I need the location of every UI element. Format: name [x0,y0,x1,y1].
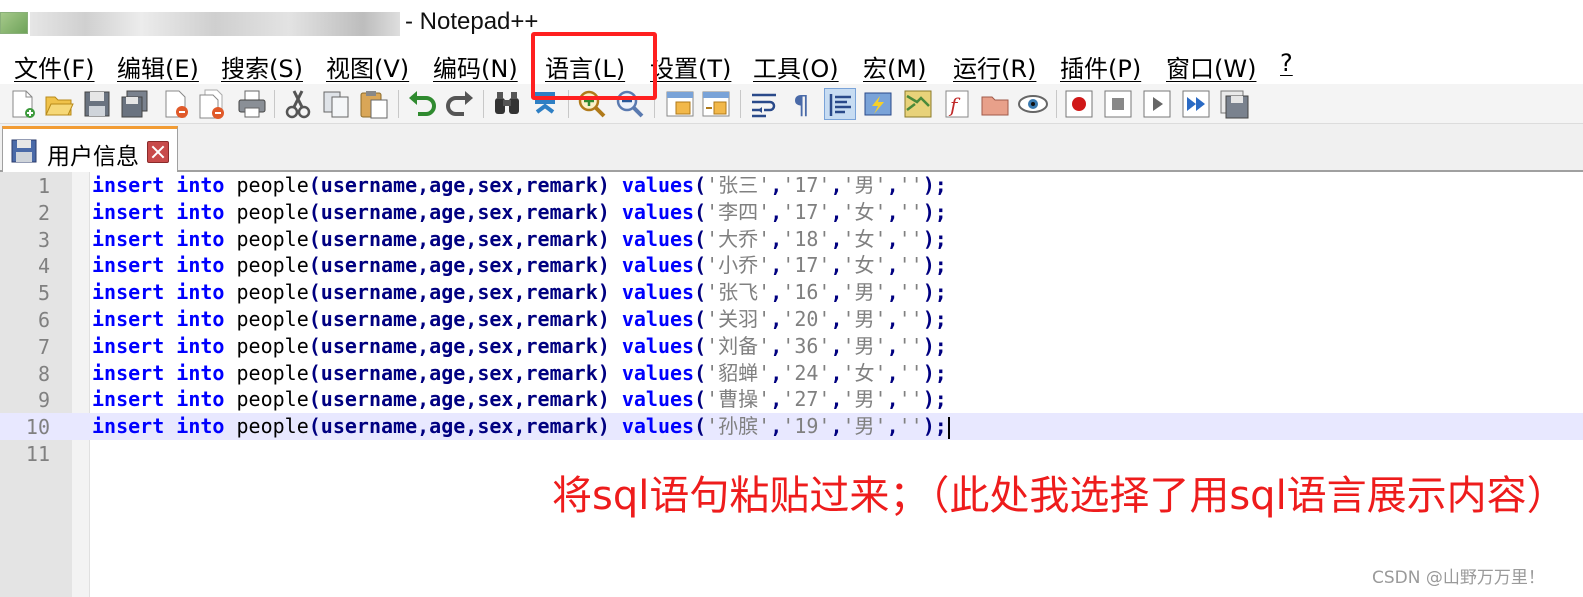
title-bar: - Notepad++ [0,0,1583,46]
code-text: insert into people(username,age,sex,rema… [92,361,947,385]
copy-icon[interactable] [320,88,352,120]
menu-encoding[interactable]: 编码(N) [433,49,518,84]
replace-icon[interactable] [529,88,561,120]
line-number: 4 [37,254,50,278]
line-number: 2 [37,201,50,225]
monitoring-icon[interactable] [1017,88,1049,120]
line-number: 7 [37,335,50,359]
tab-document[interactable]: 用户信息 [2,126,178,172]
line-number: 3 [37,228,50,252]
word-wrap-icon[interactable] [748,88,780,120]
code-text: insert into people(username,age,sex,rema… [92,334,947,358]
language-define-icon[interactable] [862,88,894,120]
menu-run[interactable]: 运行(R) [953,49,1036,84]
zoom-out-icon[interactable] [614,88,646,120]
menu-edit[interactable]: 编辑(E) [117,49,199,84]
menu-language[interactable]: 语言(L) [545,49,625,84]
code-text: insert into people(username,age,sex,rema… [92,307,947,331]
record-macro-icon[interactable] [1063,88,1095,120]
save-icon[interactable] [81,88,113,120]
undo-icon[interactable] [406,88,438,120]
line-number: 1 [37,174,50,198]
code-line[interactable]: 9 insert into people(username,age,sex,rem… [0,386,1583,413]
code-line[interactable]: 1 insert into people(username,age,sex,rem… [0,172,1583,199]
close-all-icon[interactable] [196,88,228,120]
menu-macro[interactable]: 宏(M) [863,49,926,84]
menu-window[interactable]: 窗口(W) [1166,49,1256,84]
folder-workspace-icon[interactable] [979,88,1011,120]
code-line[interactable]: 7 insert into people(username,age,sex,rem… [0,333,1583,360]
save-icon [11,139,37,163]
paste-icon[interactable] [358,88,390,120]
line-number: 11 [25,442,50,466]
code-text: insert into people(username,age,sex,rema… [92,387,947,411]
stop-record-icon[interactable] [1102,88,1134,120]
code-text: insert into people(username,age,sex,rema… [92,413,950,440]
print-icon[interactable] [236,88,268,120]
title-filepath-blurred [30,12,400,36]
tab-bar: 用户信息 [0,124,1583,172]
menu-file[interactable]: 文件(F) [14,49,95,84]
code-line[interactable]: 4 insert into people(username,age,sex,rem… [0,252,1583,279]
sync-vertical-icon[interactable] [664,88,696,120]
cut-icon[interactable] [282,88,314,120]
code-text: insert into people(username,age,sex,rema… [92,173,947,197]
line-number: 9 [37,388,50,412]
notepadpp-app-icon [0,12,28,34]
close-icon[interactable] [160,88,192,120]
menu-view[interactable]: 视图(V) [326,49,409,84]
text-caret [947,416,950,439]
function-list-icon[interactable]: f [941,88,973,120]
code-line[interactable]: 3 insert into people(username,age,sex,rem… [0,226,1583,253]
tab-label: 用户信息 [47,144,139,170]
new-file-icon[interactable] [6,88,38,120]
save-all-icon[interactable] [119,88,151,120]
code-text: insert into people(username,age,sex,rema… [92,280,947,304]
indent-guide-icon[interactable] [824,88,856,120]
annotation-text: 将sql语句粘贴过来；（此处我选择了用sql语言展示内容） [552,473,1567,519]
line-number: 6 [37,308,50,332]
line-number: 10 [25,415,50,439]
toolbar: ¶ f [0,84,1583,124]
menu-search[interactable]: 搜索(S) [221,49,303,84]
window-title: - Notepad++ [405,8,539,35]
svg-text:¶: ¶ [793,91,810,120]
menu-settings[interactable]: 设置(T) [650,49,731,84]
editor[interactable]: 1 insert into people(username,age,sex,rem… [0,172,1583,597]
code-text: insert into people(username,age,sex,rema… [92,253,947,277]
code-text: insert into people(username,age,sex,rema… [92,227,947,251]
menu-tools[interactable]: 工具(O) [753,49,839,84]
menu-bar: 文件(F) 编辑(E) 搜索(S) 视图(V) 编码(N) 语言(L) 设置(T… [0,46,1583,84]
run-macro-multiple-icon[interactable] [1180,88,1212,120]
line-number: 5 [37,281,50,305]
code-line[interactable]: 10 insert into people(username,age,sex,re… [0,413,1583,440]
code-line[interactable]: 11 [0,440,1583,467]
open-file-icon[interactable] [43,88,75,120]
menu-help[interactable]: ? [1280,49,1293,77]
watermark: CSDN @山野万万里！ [1372,568,1545,588]
code-line[interactable]: 5 insert into people(username,age,sex,rem… [0,279,1583,306]
show-all-chars-icon[interactable]: ¶ [786,88,818,121]
doc-map-icon[interactable] [902,88,934,120]
line-number: 8 [37,362,50,386]
play-macro-icon[interactable] [1141,88,1173,120]
code-line[interactable]: 2 insert into people(username,age,sex,rem… [0,199,1583,226]
close-icon[interactable] [147,141,169,163]
code-line[interactable]: 6 insert into people(username,age,sex,rem… [0,306,1583,333]
find-icon[interactable] [491,88,523,120]
code-text: insert into people(username,age,sex,rema… [92,200,947,224]
code-line[interactable]: 8 insert into people(username,age,sex,rem… [0,360,1583,387]
menu-plugins[interactable]: 插件(P) [1060,49,1141,84]
zoom-in-icon[interactable] [576,88,608,120]
sync-horizontal-icon[interactable] [700,88,732,120]
save-macro-icon[interactable] [1218,88,1250,120]
redo-icon[interactable] [444,88,476,120]
